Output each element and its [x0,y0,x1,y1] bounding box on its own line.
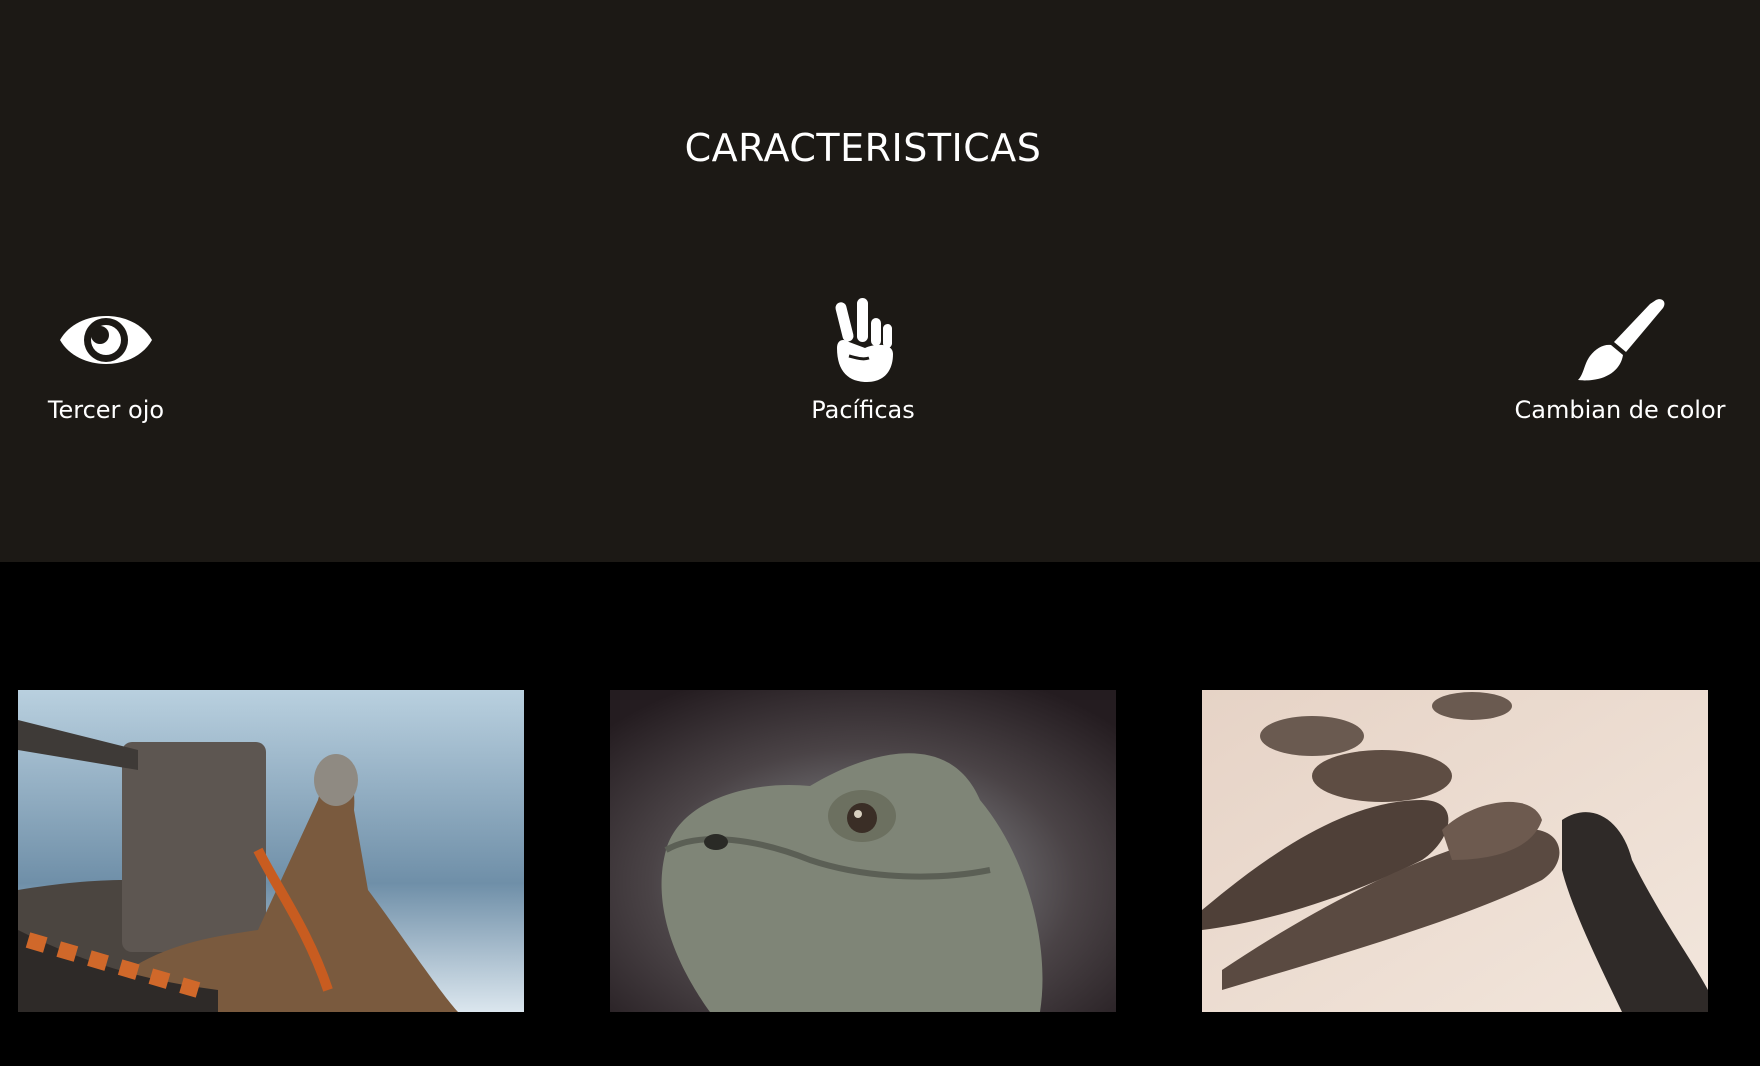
iguanas-on-sand-photo [1202,690,1708,1012]
iguana-head-closeup-photo [610,690,1116,1012]
peace-hand-icon [835,298,893,382]
eye-icon [60,316,152,364]
feature-cambian-color: Cambian de color [1500,298,1740,424]
paint-brush-icon [1578,299,1665,381]
section-title: CARACTERISTICAS [684,126,1042,170]
feature-tercer-ojo: Tercer ojo [0,298,226,424]
features-section: CARACTERISTICAS Tercer ojo Pacíficas Cam… [0,0,1760,562]
feature-label: Cambian de color [1514,396,1726,424]
feature-label: Pacíficas [811,396,915,424]
photo-gallery [0,562,1760,1066]
iguana-by-water-photo [18,690,524,1012]
feature-label: Tercer ojo [47,396,165,424]
feature-pacificas: Pacíficas [743,298,983,424]
